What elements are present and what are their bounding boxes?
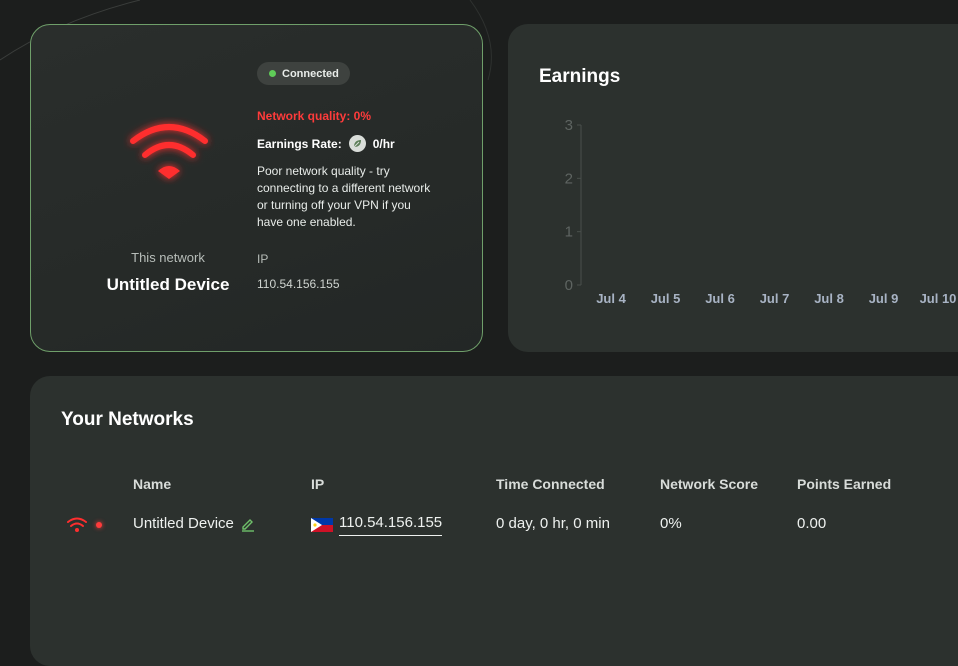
earnings-rate-value: 0/hr xyxy=(372,136,395,151)
y-tick-label: 2 xyxy=(565,170,573,187)
row-points-earned: 0.00 xyxy=(797,515,827,532)
earnings-rate-label: Earnings Rate: xyxy=(257,136,342,151)
earnings-card: Earnings 0 1 2 3 Jul 4 Jul 5 Jul 6 Jul 7 Jul 8 Ju… xyxy=(508,24,958,352)
wifi-icon xyxy=(130,124,208,179)
x-tick-label: Jul 7 xyxy=(760,291,790,306)
x-tick-label: Jul 5 xyxy=(651,291,681,306)
x-tick-label: Jul 6 xyxy=(705,291,735,306)
this-network-label: This network xyxy=(131,250,205,265)
row-device-name: Untitled Device xyxy=(133,515,234,532)
wifi-icon xyxy=(67,517,87,532)
philippines-flag-icon xyxy=(311,518,333,532)
network-quality: Network quality: 0% xyxy=(257,109,372,123)
row-time-connected: 0 day, 0 hr, 0 min xyxy=(496,515,610,532)
row-status-icons xyxy=(66,516,102,534)
ip-label: IP xyxy=(257,252,269,266)
y-tick-label: 0 xyxy=(565,277,573,294)
ip-value: 110.54.156.155 xyxy=(257,277,340,291)
x-tick-label: Jul 8 xyxy=(814,291,844,306)
row-ip-link[interactable]: 110.54.156.155 xyxy=(339,514,443,536)
offline-dot-icon xyxy=(96,522,102,528)
y-tick-label: 3 xyxy=(565,117,573,134)
your-networks-title: Your Networks xyxy=(61,409,194,430)
network-warning-text: Poor network quality - try connecting to… xyxy=(257,164,431,229)
x-tick-label: Jul 4 xyxy=(596,291,626,306)
earnings-rate: Earnings Rate: 0/hr xyxy=(257,135,395,152)
x-tick-label: Jul 9 xyxy=(869,291,899,306)
row-name-cell: Untitled Device xyxy=(133,515,256,532)
status-badge: Connected xyxy=(257,62,350,85)
device-name: Untitled Device xyxy=(106,275,230,294)
column-header-network-score: Network Score xyxy=(660,476,759,492)
column-header-points-earned: Points Earned xyxy=(797,476,892,492)
row-ip-cell: 110.54.156.155 xyxy=(311,514,443,536)
y-tick-label: 1 xyxy=(565,224,573,241)
edit-pencil-icon[interactable] xyxy=(240,516,256,532)
network-status-card: This network Untitled Device Connected N… xyxy=(30,24,483,352)
earnings-chart: 0 1 2 3 Jul 4 Jul 5 Jul 6 Jul 7 Jul 8 Jul 9 Jul 10 xyxy=(565,117,957,306)
status-dot-icon xyxy=(269,70,276,77)
points-coin-icon xyxy=(348,135,366,152)
column-header-ip: IP xyxy=(311,476,325,492)
your-networks-card: Your Networks Name IP Time Connected Net… xyxy=(30,376,958,666)
row-network-score: 0% xyxy=(660,515,682,532)
status-label: Connected xyxy=(282,67,339,80)
column-header-name: Name xyxy=(133,476,172,492)
x-tick-label: Jul 10 xyxy=(920,291,957,306)
column-header-time-connected: Time Connected xyxy=(496,476,605,492)
